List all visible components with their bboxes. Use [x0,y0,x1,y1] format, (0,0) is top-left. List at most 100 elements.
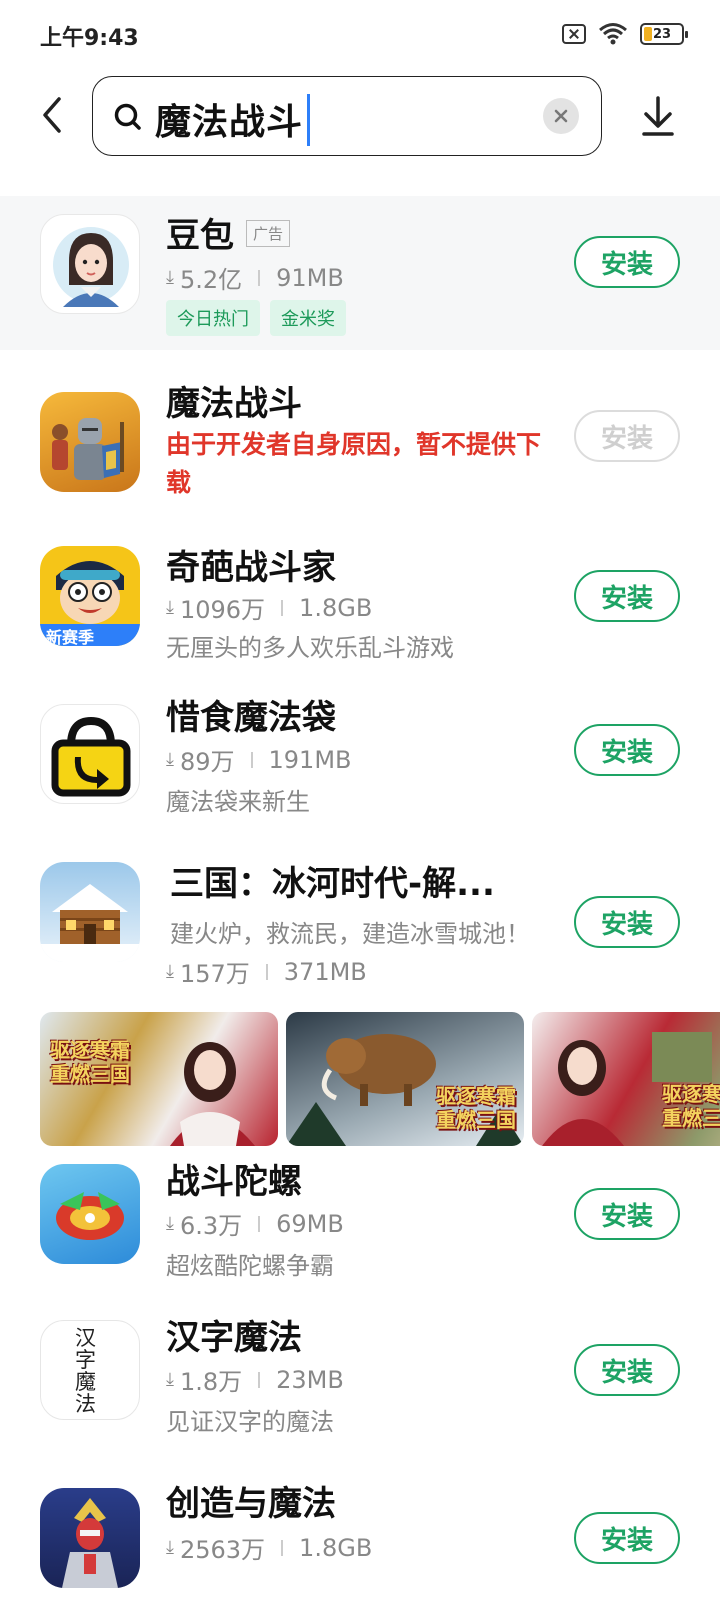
app-meta: ⤓ 1096万 1.8GB [166,590,372,625]
download-count: 1096万 [179,596,266,624]
app-meta: ⤓ 157万 371MB [166,954,367,989]
install-button[interactable]: 安装 [574,570,680,622]
search-input[interactable]: 魔法战斗 [92,76,602,156]
download-count-icon: ⤓ [166,1213,174,1234]
screenshot-1[interactable]: 驱逐寒霜 重燃三国 [40,1012,278,1146]
app-icon-sanguo [40,862,140,962]
app-icon-doubao [40,214,140,314]
list-item[interactable]: 汉字魔法 汉字魔法 ⤓ 1.8万 23MB 见证汉字的魔法 安装 [0,1316,720,1456]
install-button[interactable]: 安装 [574,1512,680,1564]
download-icon [642,96,674,136]
meta-divider [258,1215,261,1232]
app-description: 超炫酷陀螺争霸 [166,1252,334,1280]
app-size: 191MB [268,745,352,774]
meta-divider [250,751,253,768]
download-count-icon: ⤓ [166,597,174,618]
app-meta: ⤓ 2563万 1.8GB [166,1530,372,1565]
no-sim-icon [562,24,586,44]
app-size: 23MB [276,1365,344,1394]
calligraphy-icon-text: 汉字魔法 [75,1326,96,1416]
text-caret [307,94,311,146]
app-size: 1.8GB [299,593,373,622]
status-time: 上午9:43 [40,26,139,51]
app-icon-xishimofadai [40,704,140,804]
caption-line-1: 驱逐寒霜 [436,1084,516,1108]
search-query: 魔法战斗 [155,93,311,150]
meta-divider [258,269,261,286]
app-description: 无厘头的多人欢乐乱斗游戏 [166,634,454,662]
app-name: 奇葩战斗家 [166,548,336,588]
install-button[interactable]: 安装 [574,1188,680,1240]
app-meta: ⤓ 5.2亿 91MB [166,260,344,295]
app-name: 豆包 广告 [166,208,291,257]
status-icons: 23 [562,22,688,46]
search-header: 魔法战斗 [0,70,720,170]
download-count: 5.2亿 [179,266,243,294]
download-manager-button[interactable] [636,92,680,142]
install-button-disabled: 安装 [574,410,680,462]
snow-cabin-icon [40,884,140,962]
list-item[interactable]: 新赛季 奇葩战斗家 ⤓ 1096万 1.8GB 无厘头的多人欢乐乱斗游戏 安装 [0,540,720,680]
app-icon-chuangzaoyumofa [40,1488,140,1588]
caption-line-2: 重燃三国 [436,1108,516,1132]
search-query-text: 魔法战斗 [155,102,304,143]
ad-badge: 广告 [246,220,291,247]
meta-divider [265,963,268,980]
screenshot-caption: 驱逐寒霜 重燃三国 [662,1082,720,1130]
list-item[interactable]: 惜食魔法袋 ⤓ 89万 191MB 魔法袋来新生 安装 [0,696,720,836]
screenshot-3[interactable]: 驱逐寒霜 重燃三国 [532,1012,720,1146]
knight-icon [52,418,124,480]
app-icon-mofazhandou [40,392,140,492]
battery-level: 23 [652,26,672,42]
spinning-top-icon [56,1192,124,1240]
download-count-icon: ⤓ [166,749,174,770]
search-icon [114,103,141,130]
app-meta: ⤓ 1.8万 23MB [166,1362,344,1397]
meta-divider [281,599,284,616]
download-count: 6.3万 [179,1212,243,1240]
clear-button[interactable] [543,98,579,134]
screenshot-2[interactable]: 驱逐寒霜 重燃三国 [286,1012,524,1146]
list-item[interactable]: 创造与魔法 ⤓ 2563万 1.8GB 安装 [0,1472,720,1600]
app-name: 战斗陀螺 [166,1162,302,1202]
download-count-icon: ⤓ [166,1537,174,1558]
install-button[interactable]: 安装 [574,896,680,948]
app-description: 魔法袋来新生 [166,788,310,816]
caption-line-2: 重燃三国 [662,1106,720,1130]
install-button[interactable]: 安装 [574,236,680,288]
install-button[interactable]: 安装 [574,1344,680,1396]
app-size: 91MB [276,263,344,292]
app-name: 魔法战斗 [166,384,302,424]
screenshot-carousel[interactable]: 驱逐寒霜 重燃三国 驱逐寒霜 重燃三国 驱逐寒霜 重燃三国 [40,1012,720,1146]
tag-list: 今日热门 金米奖 [166,300,346,336]
download-count: 157万 [179,960,250,988]
list-item-ad[interactable]: 豆包 广告 ⤓ 5.2亿 91MB 今日热门 金米奖 安装 [0,196,720,350]
app-name-text: 豆包 [166,216,234,256]
download-count: 89万 [179,748,235,776]
list-item[interactable]: 魔法战斗 由于开发者自身原因，暂不提供下载 安装 [0,370,720,520]
back-button[interactable] [30,90,74,140]
wifi-icon [599,23,627,45]
unavailable-warning: 由于开发者自身原因，暂不提供下载 [166,430,542,497]
app-name: 汉字魔法 [166,1318,302,1358]
list-item[interactable]: 战斗陀螺 ⤓ 6.3万 69MB 超炫酷陀螺争霸 安装 [0,1160,720,1300]
meta-divider [281,1539,284,1556]
download-count: 2563万 [179,1536,266,1564]
caption-line-1: 驱逐寒霜 [662,1082,720,1106]
app-size: 371MB [283,957,367,986]
screenshot-caption: 驱逐寒霜 重燃三国 [436,1084,516,1132]
app-size: 69MB [276,1209,344,1238]
app-name: 三国：冰河时代-解... [170,864,495,904]
app-icon-hanzimofa: 汉字魔法 [40,1320,140,1420]
battery-icon: 23 [640,23,688,45]
list-item[interactable]: 三国：冰河时代-解... 建火炉，救流民，建造冰雪城池！ ⤓ 157万 371M… [0,852,720,1002]
app-size: 1.8GB [299,1533,373,1562]
close-icon [554,109,568,123]
status-bar: 上午9:43 23 [0,0,720,70]
avatar-girl-icon [53,227,129,307]
meta-divider [258,1371,261,1388]
magic-bag-icon [51,716,131,797]
armored-hero-icon [62,1498,118,1588]
app-icon-zhandoutuoluo [40,1164,140,1264]
install-button[interactable]: 安装 [574,724,680,776]
